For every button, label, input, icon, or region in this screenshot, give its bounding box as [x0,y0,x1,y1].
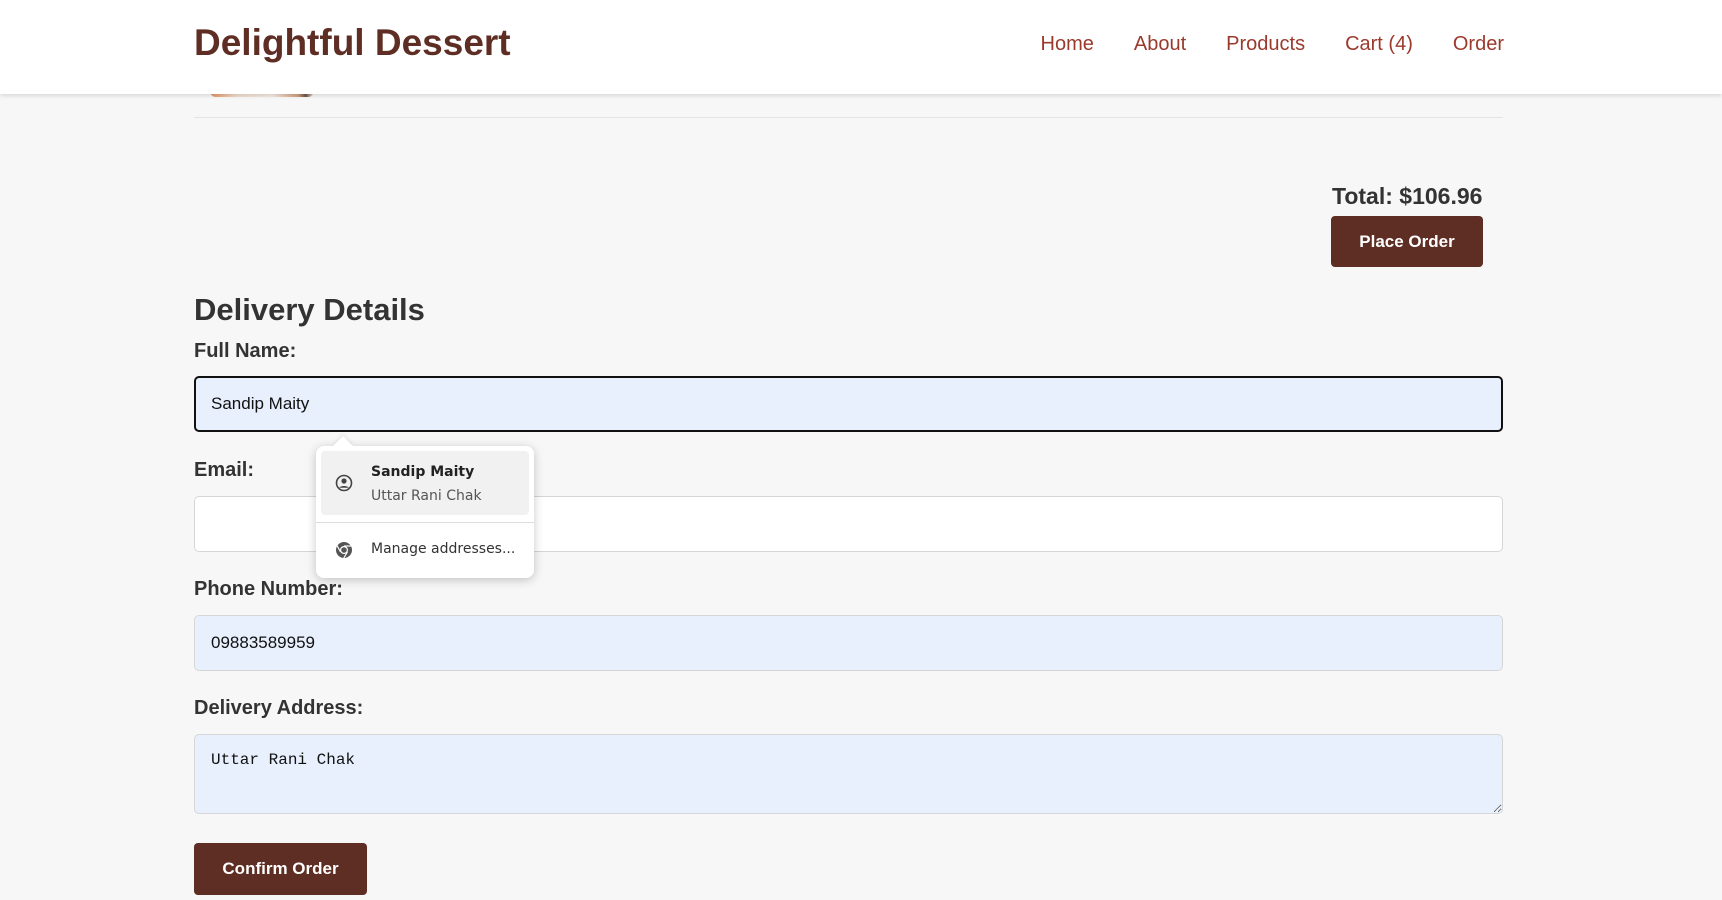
account-circle-icon [335,474,353,492]
main-nav: Home About Products Cart (4) Order [1041,33,1504,56]
full-name-input[interactable] [194,376,1503,432]
nav-order[interactable]: Order [1453,33,1504,56]
phone-input[interactable] [194,615,1503,671]
brand-logo[interactable]: Delightful Dessert [194,22,511,64]
suggestion-address: Uttar Rani Chak [371,488,482,504]
cart-divider [194,117,1503,118]
phone-label: Phone Number: [194,578,343,600]
place-order-button[interactable]: Place Order [1331,216,1483,267]
nav-products[interactable]: Products [1226,33,1305,56]
nav-about[interactable]: About [1134,33,1186,56]
address-textarea[interactable]: Uttar Rani Chak [194,734,1503,814]
nav-home[interactable]: Home [1041,33,1094,56]
autofill-popup: Sandip Maity Uttar Rani Chak Manage addr… [316,436,534,578]
popup-divider [316,522,534,523]
site-header: Delightful Dessert Home About Products C… [0,0,1722,94]
full-name-label: Full Name: [194,340,297,362]
manage-addresses-item[interactable]: Manage addresses... [321,528,529,572]
suggestion-name: Sandip Maity [371,464,475,480]
nav-cart[interactable]: Cart (4) [1345,33,1413,56]
chrome-icon [336,542,352,559]
cart-total: Total: $106.96 [1332,183,1483,209]
email-label: Email: [194,459,255,481]
manage-addresses-label: Manage addresses... [371,541,516,557]
address-label: Delivery Address: [194,697,364,719]
autofill-suggestion[interactable]: Sandip Maity Uttar Rani Chak [321,451,529,515]
confirm-order-button[interactable]: Confirm Order [194,843,367,895]
delivery-details-heading: Delivery Details [194,292,425,327]
